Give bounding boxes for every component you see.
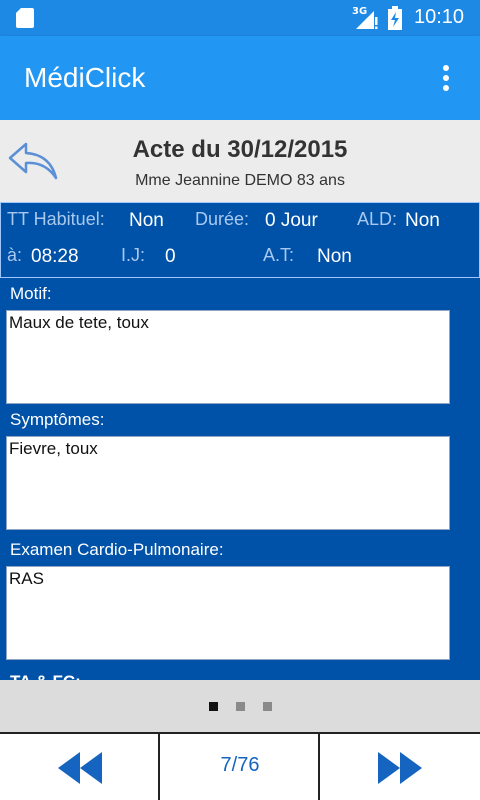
page-indicator	[0, 680, 480, 732]
status-bar: 3G 10:10	[0, 0, 480, 36]
page-dot	[263, 702, 272, 711]
motif-field[interactable]: Maux de tete, toux	[6, 310, 450, 404]
tt-habituel-label: TT Habituel:	[7, 209, 105, 229]
app-title: MédiClick	[24, 62, 146, 93]
clock: 10:10	[414, 6, 465, 28]
fast-forward-icon	[378, 752, 422, 784]
acte-title: Acte du 30/12/2015	[132, 136, 348, 163]
ij-value: 0	[165, 246, 176, 267]
ij-label: I.J:	[121, 245, 146, 265]
page-dot-active	[209, 702, 218, 711]
at-value: Non	[317, 246, 352, 267]
patient-name: Mme Jeannine DEMO 83 ans	[135, 172, 345, 189]
previous-button[interactable]	[0, 734, 160, 800]
next-field-label: TA & FC:	[10, 672, 81, 680]
tt-habituel-value: Non	[129, 210, 164, 231]
symptomes-label: Symptômes:	[10, 410, 105, 429]
motif-label: Motif:	[10, 284, 52, 303]
page-dot	[236, 702, 245, 711]
duree-value: 0 Jour	[265, 210, 318, 231]
at-label: A.T:	[263, 245, 295, 265]
info-panel: TT Habituel: Non Durée: 0 Jour ALD: Non …	[0, 202, 480, 278]
duree-label: Durée:	[195, 209, 250, 229]
acte-form[interactable]: Motif: Maux de tete, toux Symptômes: Fie…	[0, 278, 480, 680]
rewind-icon	[58, 752, 102, 784]
page-counter: 7/76	[220, 754, 260, 776]
ald-value: Non	[405, 210, 440, 231]
heure-label: à:	[7, 245, 23, 265]
ald-label: ALD:	[357, 209, 398, 229]
symptomes-field[interactable]: Fievre, toux	[6, 436, 450, 530]
sd-card-icon	[16, 8, 34, 28]
signal-icon	[356, 11, 378, 29]
app-bar: MédiClick	[0, 36, 480, 120]
record-navigation: 7/76	[0, 732, 480, 800]
more-vert-icon[interactable]	[436, 64, 456, 92]
examen-field[interactable]: RAS	[6, 566, 450, 660]
next-button[interactable]	[320, 734, 480, 800]
heure-value: 08:28	[31, 246, 79, 267]
acte-header: Acte du 30/12/2015 Mme Jeannine DEMO 83 …	[0, 120, 480, 202]
examen-label: Examen Cardio-Pulmonaire:	[10, 540, 224, 559]
battery-charging-icon	[388, 6, 402, 30]
